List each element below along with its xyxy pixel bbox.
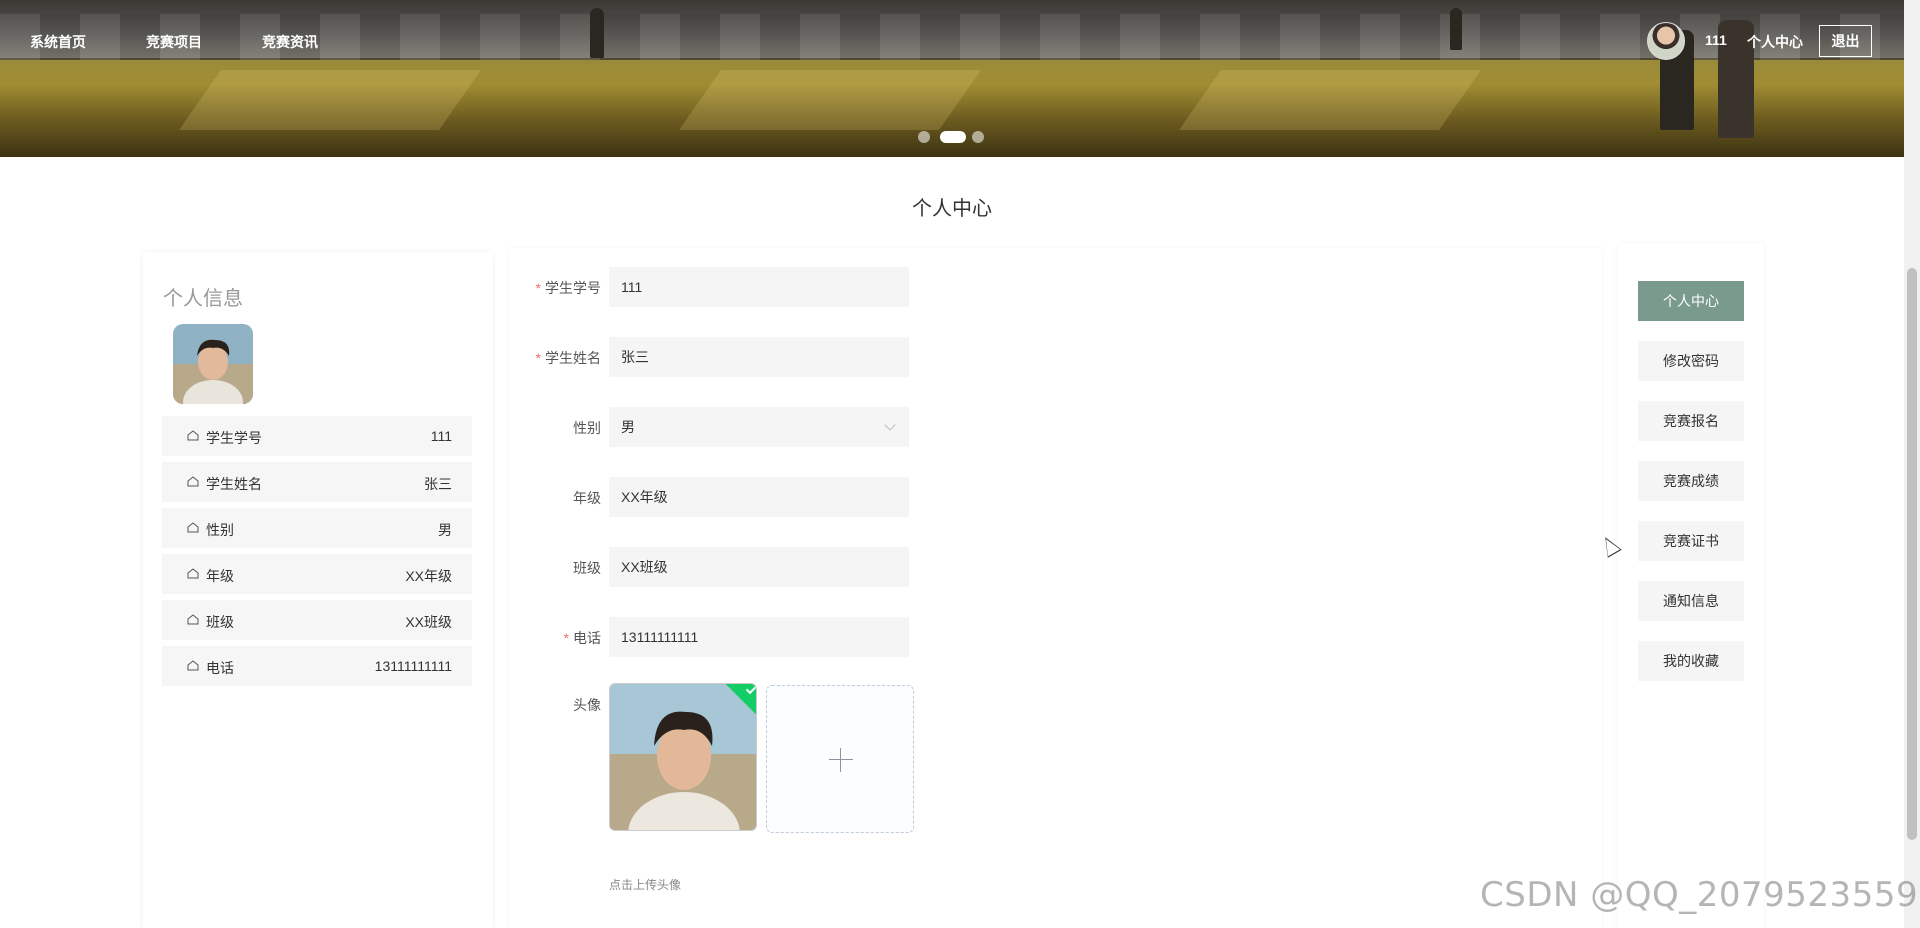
form-row-phone: * 电话 xyxy=(509,617,1602,657)
info-row: 年级 XX年级 xyxy=(162,554,472,594)
grade-input[interactable] xyxy=(609,477,909,517)
info-value: 男 xyxy=(438,522,452,538)
menu-item-competition-signup[interactable]: 竞赛报名 xyxy=(1638,401,1744,441)
menu-item-notifications[interactable]: 通知信息 xyxy=(1638,581,1744,621)
carousel-dot[interactable] xyxy=(918,131,930,143)
personal-info-card: 个人信息 学生学号 111 学生姓名 张三 性别 男 年级 XX年级 班级 XX… xyxy=(143,252,493,928)
avatar-upload-button[interactable] xyxy=(766,685,914,833)
nav-link-news[interactable]: 竞赛资讯 xyxy=(262,32,318,52)
home-outline-icon xyxy=(187,568,199,579)
page-scrollbar[interactable] xyxy=(1904,0,1920,928)
info-label: 性别 xyxy=(206,522,234,538)
banner-light-streak xyxy=(678,70,982,130)
info-label: 年级 xyxy=(206,568,234,584)
nav-personal-center[interactable]: 个人中心 xyxy=(1747,32,1803,52)
field-label: * 学生姓名 xyxy=(535,350,601,366)
info-avatar-image xyxy=(173,324,253,404)
side-menu: 个人中心 修改密码 竞赛报名 竞赛成绩 竞赛证书 通知信息 我的收藏 xyxy=(1618,243,1764,928)
nav-link-home[interactable]: 系统首页 xyxy=(30,32,86,52)
field-label: 性别 xyxy=(573,420,601,436)
nav-link-competitions[interactable]: 竞赛项目 xyxy=(146,32,202,52)
info-value: XX年级 xyxy=(405,568,452,584)
menu-item-favorites[interactable]: 我的收藏 xyxy=(1638,641,1744,681)
field-label: 年级 xyxy=(573,490,601,506)
logout-button[interactable]: 退出 xyxy=(1819,25,1872,57)
plus-icon xyxy=(840,748,841,772)
check-icon xyxy=(745,684,756,695)
required-mark: * xyxy=(563,630,569,646)
field-label: 班级 xyxy=(573,560,601,576)
form-row-class: 班级 xyxy=(509,547,1602,587)
info-label: 学生姓名 xyxy=(206,476,262,492)
info-row: 班级 XX班级 xyxy=(162,600,472,640)
info-row: 学生姓名 张三 xyxy=(162,462,472,502)
phone-input[interactable] xyxy=(609,617,909,657)
required-mark: * xyxy=(535,350,541,366)
info-value: 张三 xyxy=(424,476,452,492)
scrollbar-thumb[interactable] xyxy=(1907,268,1917,840)
class-input[interactable] xyxy=(609,547,909,587)
menu-item-change-password[interactable]: 修改密码 xyxy=(1638,341,1744,381)
user-avatar[interactable] xyxy=(1647,22,1685,60)
student-no-input[interactable] xyxy=(609,267,909,307)
watermark: CSDN @QQ_2079523559 xyxy=(1480,875,1919,915)
menu-item-competition-scores[interactable]: 竞赛成绩 xyxy=(1638,461,1744,501)
required-mark: * xyxy=(535,280,541,296)
info-list: 学生学号 111 学生姓名 张三 性别 男 年级 XX年级 班级 XX班级 电话… xyxy=(162,416,472,692)
profile-form-card: *学生学号 *学生姓名 性别 年级 班级 *电话 头像 xyxy=(509,248,1602,928)
carousel-dot-active[interactable] xyxy=(940,131,966,143)
home-outline-icon xyxy=(187,614,199,625)
info-row: 学生学号 111 xyxy=(162,416,472,456)
banner-light-streak xyxy=(178,70,482,130)
field-label: * 电话 xyxy=(563,630,601,646)
field-label: * 学生学号 xyxy=(535,280,601,296)
field-label: 头像 xyxy=(573,697,601,713)
plus-icon xyxy=(829,759,853,760)
avatar-preview[interactable] xyxy=(609,683,757,831)
info-value: 13111111111 xyxy=(374,658,452,674)
upload-tip: 点击上传头像 xyxy=(609,878,682,892)
info-value: XX班级 xyxy=(405,614,452,630)
page-title: 个人中心 xyxy=(912,198,992,220)
student-name-input[interactable] xyxy=(609,337,909,377)
info-value: 111 xyxy=(430,428,452,444)
carousel-dot[interactable] xyxy=(972,131,984,143)
top-navigation: 系统首页 竞赛项目 竞赛资讯 111 个人中心 退出 xyxy=(0,22,1904,60)
form-row-gender: 性别 xyxy=(509,407,1602,447)
form-row-student-no: * 学生学号 xyxy=(509,267,1602,307)
info-row: 电话 13111111111 xyxy=(162,646,472,686)
info-card-title: 个人信息 xyxy=(163,288,243,310)
home-outline-icon xyxy=(187,522,199,533)
menu-item-competition-certificates[interactable]: 竞赛证书 xyxy=(1638,521,1744,561)
info-label: 电话 xyxy=(206,660,234,676)
banner-light-streak xyxy=(1178,70,1482,130)
menu-item-personal-center[interactable]: 个人中心 xyxy=(1638,281,1744,321)
gender-select[interactable] xyxy=(609,407,909,447)
nav-username: 111 xyxy=(1705,32,1727,48)
info-label: 班级 xyxy=(206,614,234,630)
form-row-grade: 年级 xyxy=(509,477,1602,517)
form-row-avatar: 头像 xyxy=(509,683,1602,843)
home-outline-icon xyxy=(187,430,199,441)
info-label: 学生学号 xyxy=(206,430,262,446)
home-outline-icon xyxy=(187,660,199,671)
info-row: 性别 男 xyxy=(162,508,472,548)
form-row-student-name: * 学生姓名 xyxy=(509,337,1602,377)
home-outline-icon xyxy=(187,476,199,487)
